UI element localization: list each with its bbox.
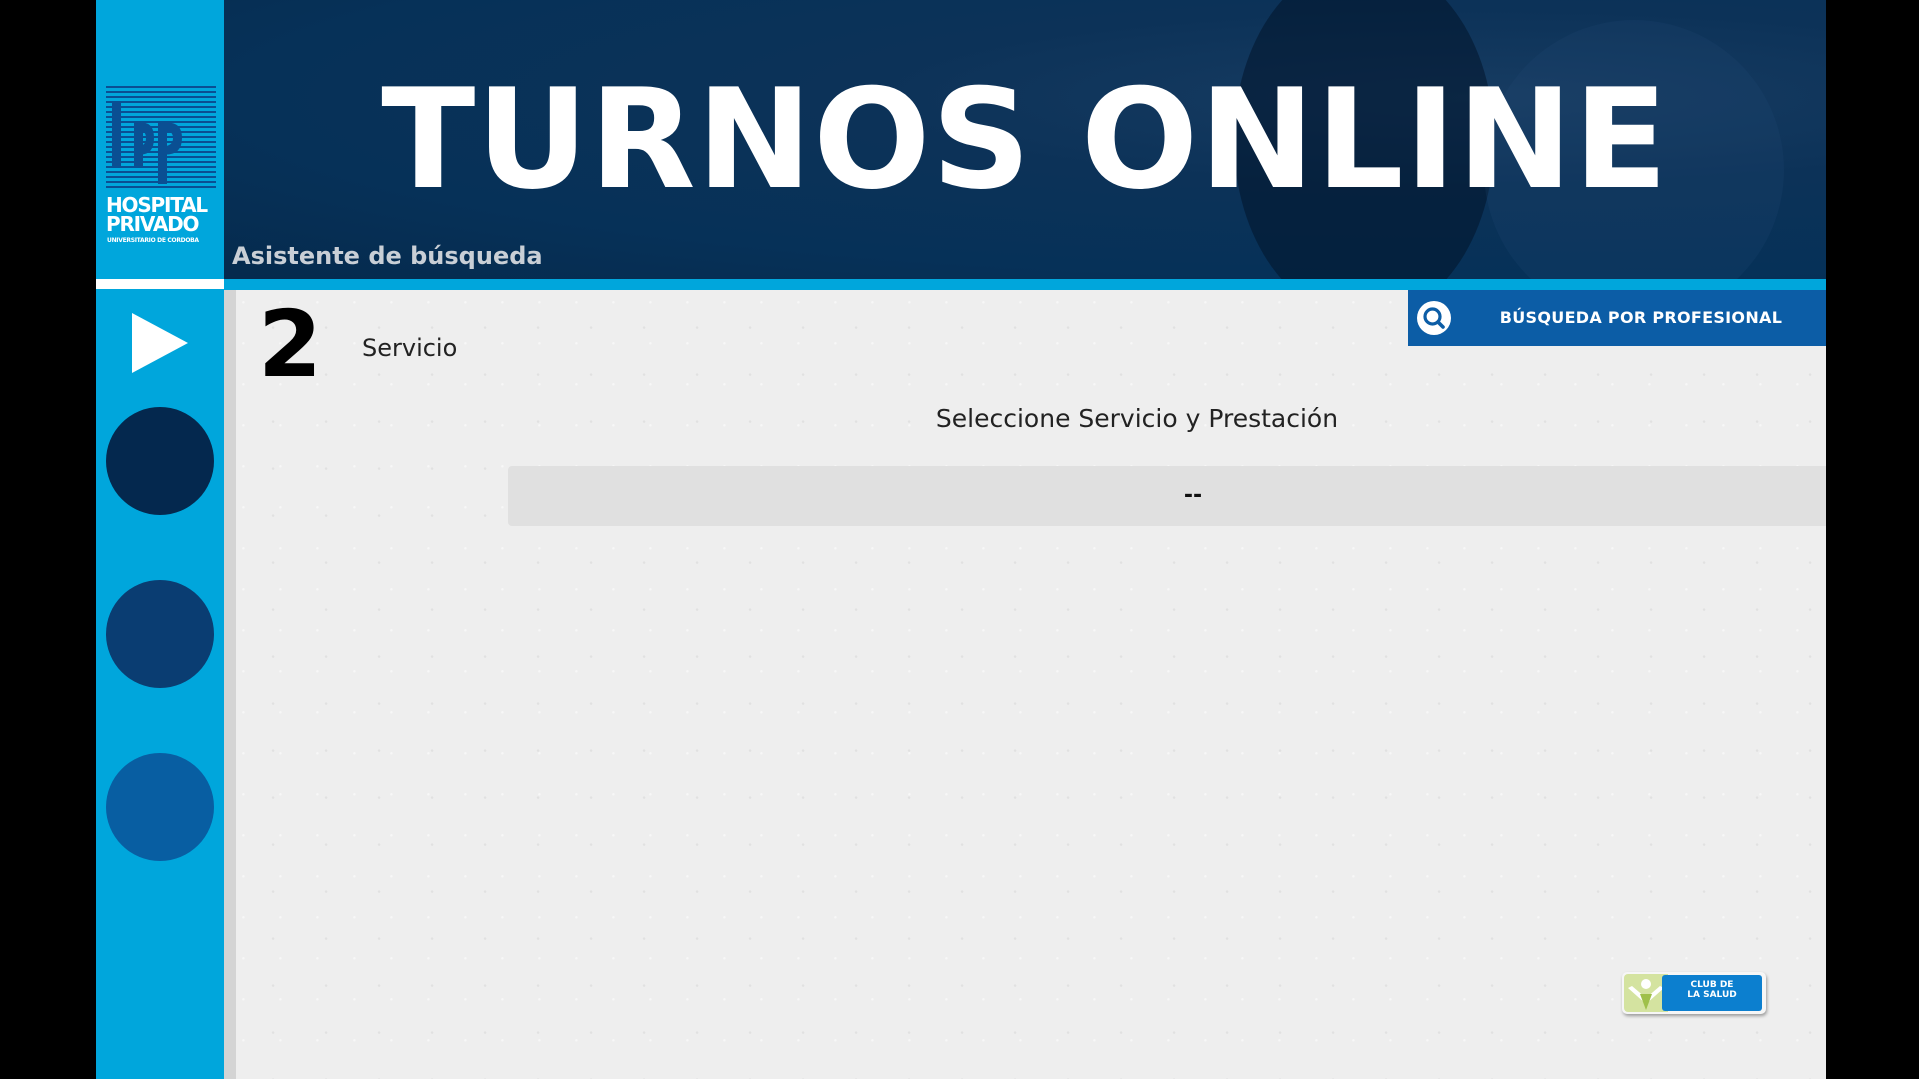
club-badge-label: CLUB DE LA SALUD	[1687, 980, 1737, 1000]
step-dot-3[interactable]	[106, 753, 214, 861]
app-frame: HOSPITAL PRIVADO UNIVERSITARIO DE CORDOB…	[96, 0, 1826, 1079]
step-number: 2	[258, 291, 323, 398]
header-accent-bar	[224, 279, 1826, 290]
select-heading: Seleccione Servicio y Prestación	[935, 404, 1339, 433]
sidebar-divider	[96, 279, 224, 289]
service-select-value: --	[1183, 483, 1203, 508]
step-dot-2[interactable]	[106, 580, 214, 688]
service-select[interactable]: --	[508, 466, 1826, 526]
step-dot-1[interactable]	[106, 407, 214, 515]
hospital-logo-mark	[106, 86, 216, 188]
hospital-logo[interactable]: HOSPITAL PRIVADO UNIVERSITARIO DE CORDOB…	[106, 84, 216, 246]
sidebar-gutter	[224, 290, 236, 1079]
page-title: TURNOS ONLINE	[381, 59, 1669, 220]
club-de-la-salud-badge[interactable]: CLUB DE LA SALUD	[1622, 972, 1766, 1014]
left-sidebar: HOSPITAL PRIVADO UNIVERSITARIO DE CORDOB…	[96, 0, 224, 1079]
page-header: TURNOS ONLINE Asistente de búsqueda	[224, 0, 1826, 279]
search-by-professional-button[interactable]: BÚSQUEDA POR PROFESIONAL	[1408, 290, 1826, 346]
logo-tagline: UNIVERSITARIO DE CORDOBA	[107, 237, 199, 244]
main-content: 2 Servicio BÚSQUEDA POR PROFESIONAL Sele…	[236, 290, 1826, 1079]
search-icon	[1417, 301, 1451, 335]
logo-name: HOSPITAL PRIVADO	[106, 193, 208, 236]
step-label: Servicio	[362, 334, 458, 362]
button-notch	[1814, 334, 1826, 344]
play-icon[interactable]	[126, 311, 196, 375]
search-by-professional-label: BÚSQUEDA POR PROFESIONAL	[1499, 308, 1783, 327]
page-subtitle: Asistente de búsqueda	[232, 242, 543, 270]
